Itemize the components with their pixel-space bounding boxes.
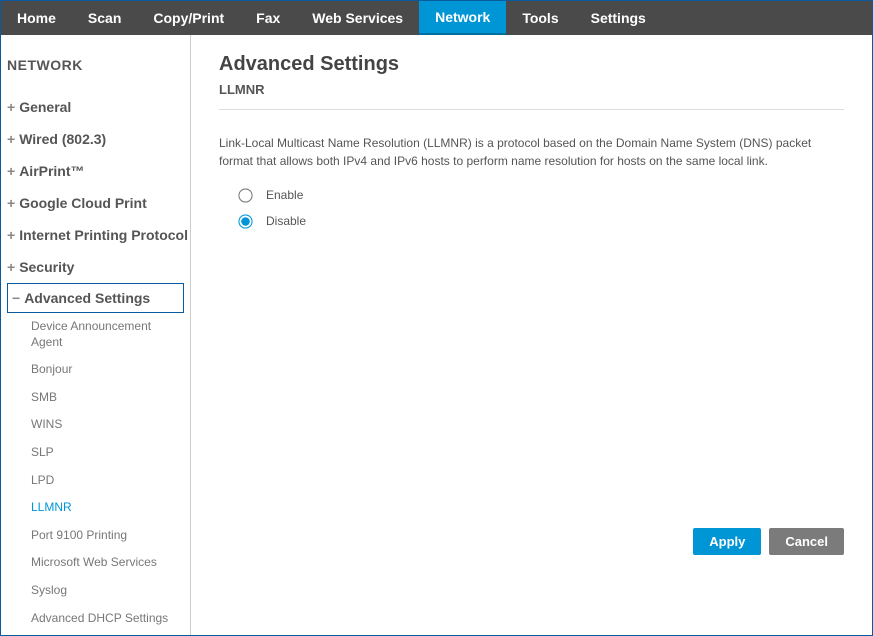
sidebar-subitem-lpd[interactable]: LPD	[31, 467, 184, 495]
sidebar-subitems: Device Announcement Agent Bonjour SMB WI…	[7, 313, 184, 632]
sidebar-section-label: Security	[19, 259, 74, 275]
apply-button[interactable]: Apply	[693, 528, 761, 555]
minus-icon: −	[12, 290, 20, 306]
topnav-web-services[interactable]: Web Services	[296, 1, 419, 35]
plus-icon: +	[7, 227, 15, 243]
description-text: Link-Local Multicast Name Resolution (LL…	[219, 134, 844, 170]
sidebar-section-label: AirPrint™	[19, 163, 84, 179]
sidebar-section-advanced-settings[interactable]: − Advanced Settings	[7, 283, 184, 313]
sidebar-section-label: Google Cloud Print	[19, 195, 147, 211]
content-area: Advanced Settings LLMNR Link-Local Multi…	[191, 35, 872, 635]
disable-label: Disable	[266, 214, 306, 228]
topnav-network[interactable]: Network	[419, 1, 506, 35]
button-bar: Apply Cancel	[693, 528, 844, 555]
plus-icon: +	[7, 163, 15, 179]
plus-icon: +	[7, 131, 15, 147]
topnav-settings[interactable]: Settings	[575, 1, 662, 35]
cancel-button[interactable]: Cancel	[769, 528, 844, 555]
enable-option[interactable]: Enable	[239, 188, 844, 202]
plus-icon: +	[7, 259, 15, 275]
sidebar: NETWORK + General + Wired (802.3) + AirP…	[1, 35, 191, 635]
llmnr-radio-group: Enable Disable	[219, 188, 844, 240]
top-nav: Home Scan Copy/Print Fax Web Services Ne…	[1, 1, 872, 35]
sidebar-section-general[interactable]: + General	[7, 91, 184, 123]
main-container: NETWORK + General + Wired (802.3) + AirP…	[1, 35, 872, 635]
disable-option[interactable]: Disable	[239, 214, 844, 228]
enable-label: Enable	[266, 188, 303, 202]
sidebar-section-label: Wired (802.3)	[19, 131, 106, 147]
sidebar-subitem-smb[interactable]: SMB	[31, 384, 184, 412]
topnav-copy-print[interactable]: Copy/Print	[137, 1, 240, 35]
page-subtitle: LLMNR	[219, 82, 844, 110]
sidebar-subitem-device-announcement[interactable]: Device Announcement Agent	[31, 313, 184, 356]
topnav-home[interactable]: Home	[1, 1, 72, 35]
sidebar-subitem-llmnr[interactable]: LLMNR	[31, 494, 184, 522]
topnav-tools[interactable]: Tools	[506, 1, 574, 35]
sidebar-subitem-wins[interactable]: WINS	[31, 411, 184, 439]
sidebar-section-label: Advanced Settings	[24, 290, 150, 306]
plus-icon: +	[7, 195, 15, 211]
disable-radio[interactable]	[238, 214, 252, 228]
plus-icon: +	[7, 99, 15, 115]
topnav-scan[interactable]: Scan	[72, 1, 137, 35]
sidebar-subitem-syslog[interactable]: Syslog	[31, 577, 184, 605]
sidebar-section-ipp[interactable]: + Internet Printing Protocol	[7, 219, 184, 251]
sidebar-title: NETWORK	[7, 47, 184, 91]
sidebar-section-label: General	[19, 99, 71, 115]
topnav-fax[interactable]: Fax	[240, 1, 296, 35]
sidebar-section-wired[interactable]: + Wired (802.3)	[7, 123, 184, 155]
sidebar-subitem-bonjour[interactable]: Bonjour	[31, 356, 184, 384]
sidebar-subitem-slp[interactable]: SLP	[31, 439, 184, 467]
sidebar-section-google-cloud-print[interactable]: + Google Cloud Print	[7, 187, 184, 219]
sidebar-section-security[interactable]: + Security	[7, 251, 184, 283]
sidebar-section-airprint[interactable]: + AirPrint™	[7, 155, 184, 187]
enable-radio[interactable]	[238, 188, 252, 202]
sidebar-subitem-advanced-dhcp[interactable]: Advanced DHCP Settings	[31, 605, 184, 633]
page-title: Advanced Settings	[219, 53, 844, 76]
sidebar-section-label: Internet Printing Protocol	[19, 227, 188, 243]
sidebar-subitem-port-9100[interactable]: Port 9100 Printing	[31, 522, 184, 550]
sidebar-subitem-microsoft-web-services[interactable]: Microsoft Web Services	[31, 549, 184, 577]
